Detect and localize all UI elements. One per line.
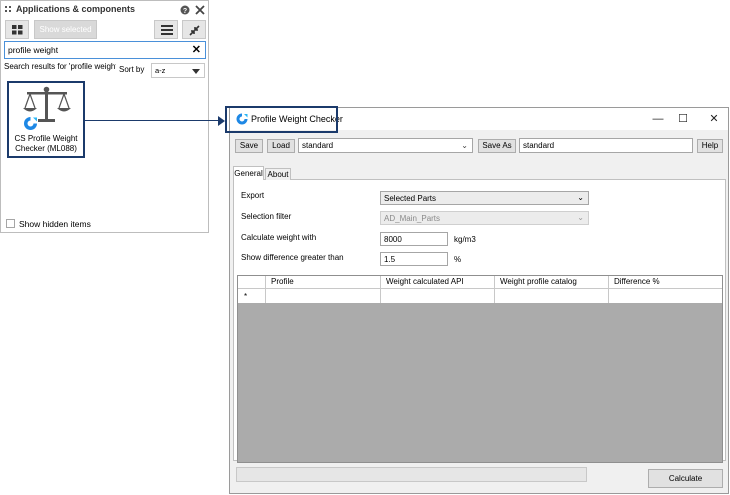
app-name-line1: CS Profile Weight xyxy=(14,134,78,143)
panel-title: Applications & components xyxy=(16,4,136,14)
profile-weight-checker-window: Profile Weight Checker — ☐ ✕ Save Load s… xyxy=(225,106,729,494)
app-tile-label: CS Profile Weight Checker (ML088) xyxy=(9,134,83,154)
list-view-icon xyxy=(161,25,173,35)
app-logo-icon xyxy=(24,117,37,130)
window-titlebar[interactable]: Profile Weight Checker — ☐ ✕ xyxy=(225,106,728,133)
table-cell[interactable] xyxy=(265,289,380,303)
show-hidden-checkbox[interactable] xyxy=(6,219,15,228)
load-button[interactable]: Load xyxy=(267,139,295,153)
show-diff-label: Show difference greater than xyxy=(241,253,344,262)
tab-general[interactable]: General xyxy=(233,166,264,180)
search-field[interactable]: ✕ xyxy=(4,41,206,59)
show-selected-button[interactable]: Show selected xyxy=(34,20,97,39)
table-cell[interactable] xyxy=(608,289,722,303)
column-header-weight-catalog[interactable]: Weight profile catalog xyxy=(494,276,608,288)
calc-weight-input[interactable]: 8000 xyxy=(380,232,448,246)
tab-about[interactable]: About xyxy=(265,168,291,180)
chevron-down-icon xyxy=(192,69,200,74)
chevron-down-icon: ⌄ xyxy=(577,193,584,202)
column-header-weight-api[interactable]: Weight calculated API xyxy=(380,276,494,288)
list-view-button[interactable] xyxy=(154,20,178,39)
close-window-button[interactable]: ✕ xyxy=(704,112,724,126)
export-label: Export xyxy=(241,191,265,200)
sort-label: Sort by xyxy=(119,65,145,74)
save-as-input[interactable]: standard xyxy=(519,138,693,153)
title-highlight-box xyxy=(225,106,338,133)
table-row-new[interactable]: * xyxy=(238,289,722,303)
table-cell[interactable] xyxy=(380,289,494,303)
save-button[interactable]: Save xyxy=(235,139,263,153)
callout-line xyxy=(84,120,220,121)
column-header-label: Weight profile catalog xyxy=(500,277,577,286)
app-name-line2: Checker (ML088) xyxy=(15,144,77,153)
column-header-label: Weight calculated API xyxy=(386,277,464,286)
drag-grip-icon[interactable] xyxy=(5,6,13,14)
grid-header: Profile Weight calculated API Weight pro… xyxy=(238,276,722,289)
profile-combobox[interactable]: standard ⌄ xyxy=(298,138,473,153)
selection-filter-value: AD_Main_Parts xyxy=(384,214,441,223)
grid-view-button[interactable] xyxy=(5,20,29,39)
selection-filter-select: AD_Main_Parts ⌄ xyxy=(380,211,589,225)
table-cell[interactable] xyxy=(494,289,608,303)
chevron-down-icon: ⌄ xyxy=(577,213,584,222)
column-header-difference[interactable]: Difference % xyxy=(608,276,722,288)
general-tab-panel: Export Selected Parts ⌄ Selection filter… xyxy=(233,179,726,463)
selection-filter-label: Selection filter xyxy=(241,212,292,221)
column-header-label: Difference % xyxy=(614,277,660,286)
close-icon[interactable] xyxy=(195,5,205,15)
column-header-profile[interactable]: Profile xyxy=(265,276,380,288)
calculate-button[interactable]: Calculate xyxy=(648,469,723,488)
minimize-button[interactable]: — xyxy=(648,112,668,126)
chevron-down-icon: ⌄ xyxy=(461,141,468,150)
help-icon[interactable]: ? xyxy=(180,5,190,15)
sort-value: a-z xyxy=(155,66,166,75)
progress-bar xyxy=(236,467,587,482)
new-row-marker: * xyxy=(244,292,248,301)
callout-arrow xyxy=(218,116,225,126)
results-label: Search results for 'profile weight' xyxy=(4,62,116,71)
calc-weight-label: Calculate weight with xyxy=(241,233,317,242)
svg-text:?: ? xyxy=(183,8,187,15)
show-diff-unit: % xyxy=(454,255,462,264)
results-grid[interactable]: Profile Weight calculated API Weight pro… xyxy=(237,275,723,463)
save-as-value: standard xyxy=(523,141,555,150)
export-select[interactable]: Selected Parts ⌄ xyxy=(380,191,589,205)
collapse-button[interactable] xyxy=(182,20,206,39)
calc-weight-value: 8000 xyxy=(384,235,402,244)
app-tile-profile-weight-checker[interactable]: CS Profile Weight Checker (ML088) xyxy=(7,81,85,158)
show-diff-input[interactable]: 1.5 xyxy=(380,252,448,266)
sort-select[interactable]: a-z xyxy=(151,63,205,78)
applications-panel: Applications & components ? Show selecte… xyxy=(0,0,209,233)
clear-search-icon[interactable]: ✕ xyxy=(192,43,201,57)
collapse-icon xyxy=(189,25,200,36)
maximize-button[interactable]: ☐ xyxy=(673,112,693,126)
search-input[interactable] xyxy=(8,44,183,56)
calc-weight-unit: kg/m3 xyxy=(454,235,476,244)
grid-view-icon xyxy=(12,25,23,35)
column-header-label: Profile xyxy=(271,277,294,286)
profile-value: standard xyxy=(302,141,334,150)
save-as-button[interactable]: Save As xyxy=(478,139,516,153)
show-hidden-label: Show hidden items xyxy=(19,219,91,229)
show-diff-value: 1.5 xyxy=(384,255,396,264)
export-value: Selected Parts xyxy=(384,194,437,203)
help-button[interactable]: Help xyxy=(697,139,723,153)
